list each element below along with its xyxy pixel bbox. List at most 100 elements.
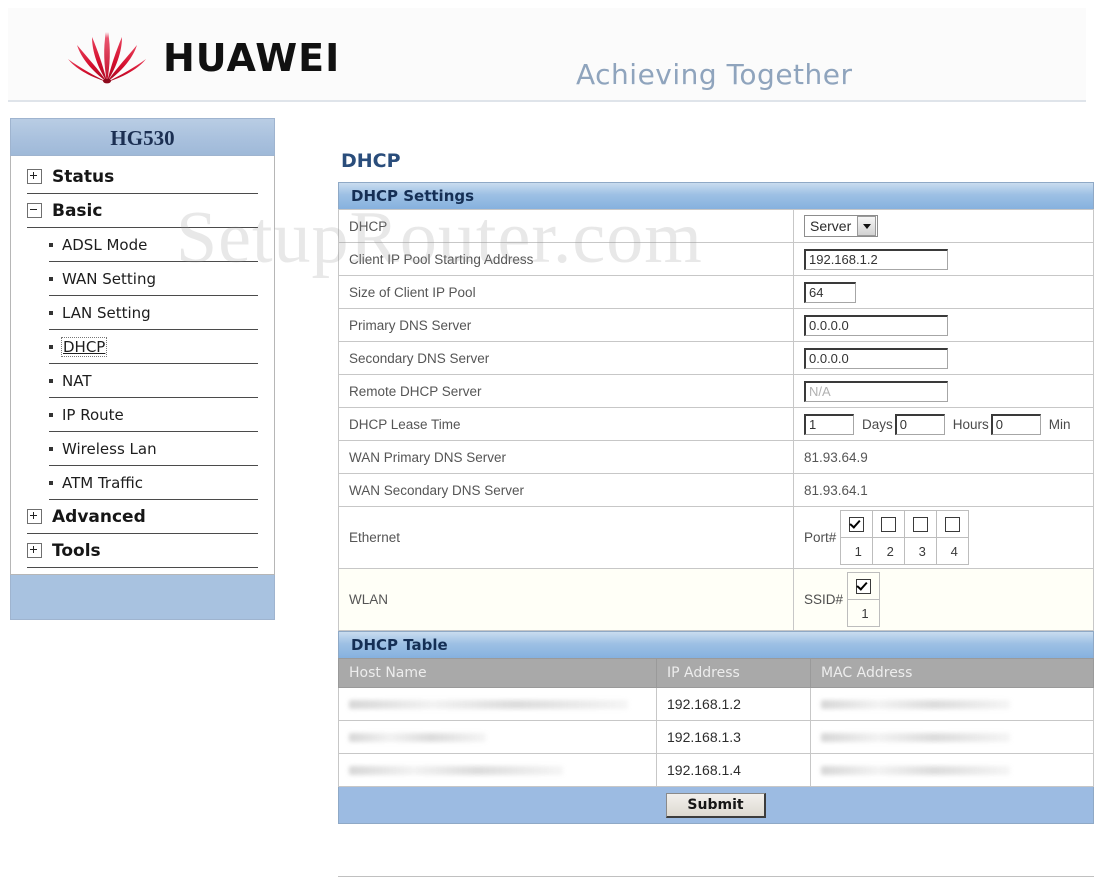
table-row: Primary DNS Server [338,308,1094,342]
sidebar-group-status[interactable]: Status [27,160,258,194]
dhcp-table-header: DHCP Table [338,631,1094,658]
sidebar-item-label: WAN Setting [62,269,156,288]
sidebar-item-atm-traffic[interactable]: ATM Traffic [49,466,258,500]
checkbox-icon[interactable] [881,516,897,532]
sidebar-group-basic[interactable]: Basic [27,194,258,228]
cell-mac-address [810,687,1094,721]
checkbox-icon[interactable] [856,578,872,594]
plus-box-icon[interactable] [27,543,42,558]
table-row: 192.168.1.4 [338,753,1094,787]
pool-size-input[interactable] [804,281,856,303]
sidebar-group-tools[interactable]: Tools [27,534,258,568]
redacted-host-name [349,699,629,709]
redacted-mac-address [821,732,1010,742]
bullet-icon [49,276,53,281]
cell-ip-address: 192.168.1.4 [656,753,811,787]
dhcp-settings-table: DHCP Server Client IP Pool Starting Addr… [338,209,1094,631]
main-content: DHCP DHCP Settings DHCP Server Client IP… [338,150,1094,824]
ethernet-port-2-number: 2 [872,537,906,565]
remote-dhcp-input[interactable] [804,380,948,402]
submit-button[interactable]: Submit [666,792,766,818]
sidebar-group-advanced[interactable]: Advanced [27,500,258,534]
ethernet-port-4-cell[interactable] [936,510,970,538]
cell-host-name [338,720,657,754]
wan-secondary-dns-value: 81.93.64.1 [793,473,1094,507]
bullet-icon [49,480,53,485]
cell-host-name [338,753,657,787]
ethernet-port-2-cell[interactable] [872,510,906,538]
lease-hours-input[interactable] [894,413,945,435]
sidebar-title: HG530 [10,118,275,156]
bullet-icon [49,412,53,417]
table-row: Ethernet Port# 1 2 3 4 [338,506,1094,569]
cell-host-name [338,687,657,721]
sidebar-group-label: Basic [52,200,103,221]
submit-bar: Submit [338,787,1094,824]
sidebar-item-dhcp[interactable]: DHCP [49,330,258,364]
wlan-label: WLAN [338,568,794,631]
top-banner: HUAWEI Achieving Together [0,0,1100,107]
sidebar-item-wan-setting[interactable]: WAN Setting [49,262,258,296]
cell-ip-address: 192.168.1.2 [656,687,811,721]
chevron-down-icon[interactable] [857,216,877,236]
sidebar-item-label: ATM Traffic [62,473,144,492]
table-header-row: Host Name IP Address MAC Address [338,658,1094,688]
brand-logo: HUAWEI [65,30,340,86]
cell-mac-address [810,753,1094,787]
redacted-host-name [349,732,486,742]
sidebar-group-label: Advanced [52,506,146,527]
table-row: Client IP Pool Starting Address [338,242,1094,276]
table-row: DHCP Lease Time Days Hours Min [338,407,1094,441]
table-row: 192.168.1.2 [338,687,1094,721]
bullet-icon [49,344,53,349]
plus-box-icon[interactable] [27,509,42,524]
redacted-host-name [349,765,563,775]
remote-dhcp-label: Remote DHCP Server [338,374,794,408]
brand-tagline: Achieving Together [576,58,853,91]
table-row: Secondary DNS Server [338,341,1094,375]
sidebar-menu: Status Basic ADSL Mode WAN Setting LAN S… [10,156,275,575]
checkbox-icon[interactable] [945,516,961,532]
lease-days-input[interactable] [804,413,854,435]
column-header-host-name: Host Name [338,658,657,688]
minus-box-icon[interactable] [27,203,42,218]
sidebar-item-wireless-lan[interactable]: Wireless Lan [49,432,258,466]
sidebar-item-label: ADSL Mode [62,235,148,254]
primary-dns-input[interactable] [804,314,948,336]
table-row: 192.168.1.3 [338,720,1094,754]
banner-inner: HUAWEI Achieving Together [8,8,1086,102]
wan-primary-dns-label: WAN Primary DNS Server [338,440,794,474]
wlan-ssid-1-cell[interactable] [847,572,881,600]
table-row: Remote DHCP Server [338,374,1094,408]
sidebar-item-lan-setting[interactable]: LAN Setting [49,296,258,330]
lease-minutes-input[interactable] [990,413,1041,435]
wlan-ssid-1-number: 1 [847,599,881,627]
checkbox-icon[interactable] [849,516,865,532]
ethernet-port-3-cell[interactable] [904,510,938,538]
dhcp-mode-label: DHCP [338,209,794,243]
sidebar-item-label: IP Route [62,405,124,424]
sidebar-item-ip-route[interactable]: IP Route [49,398,258,432]
column-header-ip-address: IP Address [656,658,811,688]
plus-box-icon[interactable] [27,169,42,184]
sidebar-item-label: DHCP [60,336,108,357]
footer-divider [338,876,1094,877]
sidebar-footer-block [10,575,275,620]
checkbox-icon[interactable] [913,516,929,532]
table-row: Size of Client IP Pool [338,275,1094,309]
ethernet-port-3-number: 3 [904,537,938,565]
sidebar-item-nat[interactable]: NAT [49,364,258,398]
wlan-ssid-grid: SSID# 1 [804,572,881,627]
sidebar: HG530 Status Basic ADSL Mode WAN Setting… [10,118,275,620]
pool-start-input[interactable] [804,248,948,270]
sidebar-item-adsl-mode[interactable]: ADSL Mode [49,228,258,262]
brand-wordmark: HUAWEI [163,36,341,80]
dhcp-mode-value: Server [810,218,852,234]
dhcp-mode-select[interactable]: Server [804,215,879,237]
ethernet-port-1-cell[interactable] [840,510,874,538]
dhcp-settings-header: DHCP Settings [338,182,1094,209]
sidebar-item-label: NAT [62,371,92,390]
secondary-dns-input[interactable] [804,347,948,369]
lease-minutes-unit: Min [1048,416,1071,432]
ethernet-port-4-number: 4 [936,537,970,565]
